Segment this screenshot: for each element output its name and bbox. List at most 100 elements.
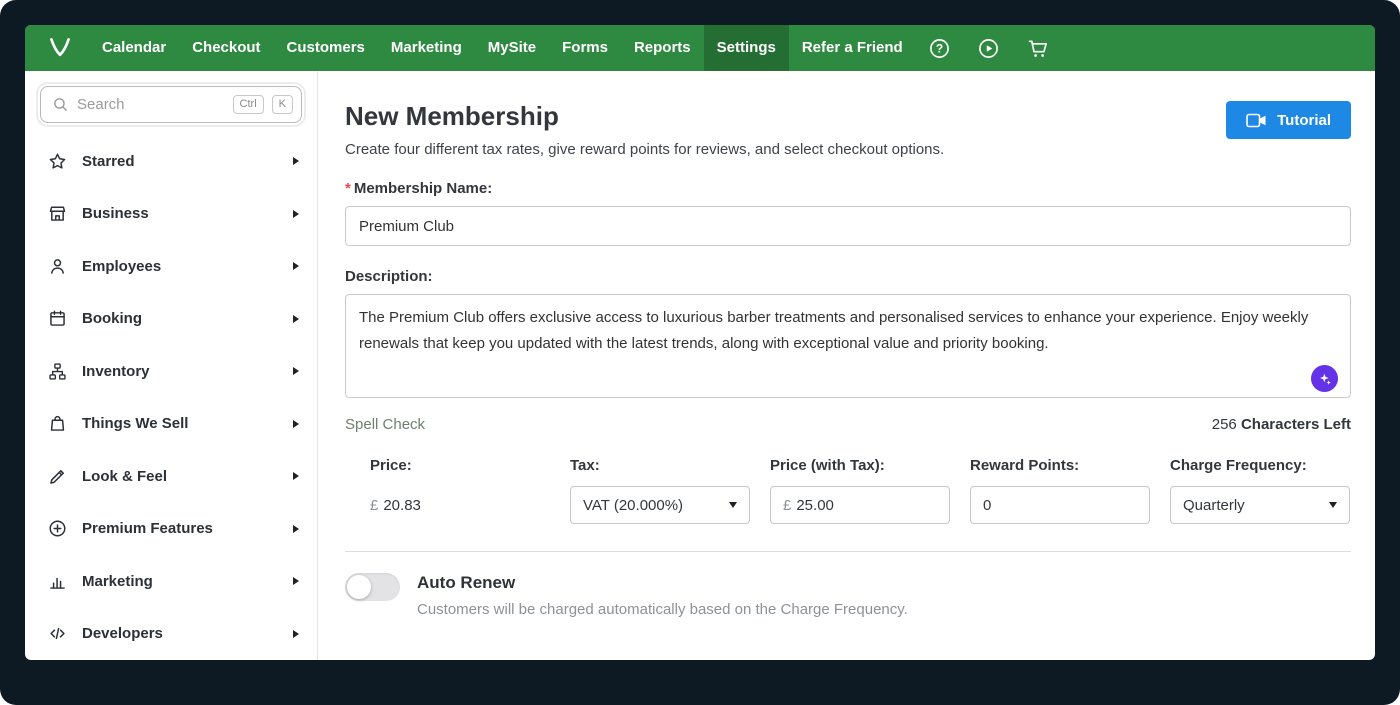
nav-item-checkout[interactable]: Checkout xyxy=(179,25,273,71)
sidebar-item-booking[interactable]: Booking xyxy=(25,293,317,346)
charge-frequency-label: Charge Frequency: xyxy=(1170,457,1350,474)
section-divider xyxy=(345,551,1351,552)
price-with-tax-value[interactable] xyxy=(796,497,937,514)
video-camera-icon xyxy=(1246,113,1267,128)
person-icon xyxy=(46,255,68,277)
help-icon[interactable]: ? xyxy=(928,36,952,60)
sidebar-item-starred[interactable]: Starred xyxy=(25,135,317,188)
storefront-icon xyxy=(46,203,68,225)
description-meta-row: Spell Check 256 Characters Left xyxy=(345,416,1351,433)
reward-points-input-box[interactable] xyxy=(970,486,1150,524)
sidebar-item-label: Developers xyxy=(82,625,163,642)
charge-frequency-dropdown[interactable]: Quarterly xyxy=(1170,486,1350,524)
app-body: Ctrl K Starred Business xyxy=(25,71,1375,660)
sitemap-icon xyxy=(46,360,68,382)
bag-icon xyxy=(46,413,68,435)
auto-renew-section: Auto Renew Customers will be charged aut… xyxy=(345,573,1351,618)
search-input[interactable] xyxy=(77,96,225,113)
chevron-right-icon xyxy=(293,210,299,218)
sidebar-item-developers[interactable]: Developers xyxy=(25,608,317,661)
chevron-right-icon xyxy=(293,157,299,165)
sidebar-item-label: Premium Features xyxy=(82,520,213,537)
sidebar-item-label: Business xyxy=(82,205,149,222)
nav-icon-group: ? xyxy=(928,36,1050,60)
price-value: £20.83 xyxy=(370,486,550,514)
description-textarea[interactable]: The Premium Club offers exclusive access… xyxy=(345,294,1351,398)
sidebar-item-look-and-feel[interactable]: Look & Feel xyxy=(25,450,317,503)
nav-item-settings[interactable]: Settings xyxy=(704,25,789,71)
nav-item-marketing[interactable]: Marketing xyxy=(378,25,475,71)
page-title: New Membership xyxy=(345,101,944,132)
tutorial-button[interactable]: Tutorial xyxy=(1226,101,1351,139)
ai-assist-icon[interactable] xyxy=(1311,365,1338,392)
search-box: Ctrl K xyxy=(40,86,302,123)
charge-frequency-selected-value: Quarterly xyxy=(1183,497,1245,514)
tax-column: Tax: VAT (20.000%) xyxy=(570,457,750,524)
pencil-icon xyxy=(46,465,68,487)
membership-name-label: *Membership Name: xyxy=(345,180,1351,197)
nav-item-refer-a-friend[interactable]: Refer a Friend xyxy=(789,25,916,71)
chevron-down-icon xyxy=(1329,502,1337,508)
tax-selected-value: VAT (20.000%) xyxy=(583,497,683,514)
sidebar-item-label: Employees xyxy=(82,258,161,275)
nav-item-customers[interactable]: Customers xyxy=(274,25,378,71)
chevron-right-icon xyxy=(293,262,299,270)
auto-renew-description: Customers will be charged automatically … xyxy=(417,601,908,618)
reward-points-input[interactable] xyxy=(983,497,1137,514)
search-icon xyxy=(52,96,69,113)
plus-circle-icon xyxy=(46,518,68,540)
description-field: Description: The Premium Club offers exc… xyxy=(345,268,1351,403)
membership-name-input[interactable] xyxy=(345,206,1351,246)
nav-item-mysite[interactable]: MySite xyxy=(475,25,549,71)
auto-renew-toggle[interactable] xyxy=(345,573,400,601)
top-nav: Calendar Checkout Customers Marketing My… xyxy=(25,25,1375,71)
price-column: Price: £20.83 xyxy=(370,457,550,524)
description-label: Description: xyxy=(345,268,1351,285)
price-label: Price: xyxy=(370,457,550,474)
sidebar-item-label: Look & Feel xyxy=(82,468,167,485)
chevron-down-icon xyxy=(729,502,737,508)
k-keycap: K xyxy=(272,95,293,114)
cart-icon[interactable] xyxy=(1026,36,1050,60)
nav-item-calendar[interactable]: Calendar xyxy=(89,25,179,71)
sidebar-item-label: Things We Sell xyxy=(82,415,188,432)
spell-check-link[interactable]: Spell Check xyxy=(345,416,425,433)
sidebar-item-marketing[interactable]: Marketing xyxy=(25,555,317,608)
ctrl-keycap: Ctrl xyxy=(233,95,264,114)
chevron-right-icon xyxy=(293,472,299,480)
reward-points-label: Reward Points: xyxy=(970,457,1150,474)
chevron-right-icon xyxy=(293,630,299,638)
play-icon[interactable] xyxy=(977,36,1001,60)
vagaro-logo[interactable] xyxy=(41,29,79,67)
main-content: New Membership Create four different tax… xyxy=(318,71,1375,660)
required-asterisk: * xyxy=(345,180,351,197)
chevron-right-icon xyxy=(293,577,299,585)
sidebar-item-label: Marketing xyxy=(82,573,153,590)
currency-symbol: £ xyxy=(783,497,791,514)
charge-frequency-column: Charge Frequency: Quarterly xyxy=(1170,457,1350,524)
sidebar-item-label: Booking xyxy=(82,310,142,327)
sidebar-item-business[interactable]: Business xyxy=(25,188,317,241)
tutorial-button-label: Tutorial xyxy=(1277,112,1331,129)
chevron-right-icon xyxy=(293,420,299,428)
nav-item-reports[interactable]: Reports xyxy=(621,25,704,71)
characters-left: 256 Characters Left xyxy=(1212,416,1351,433)
chevron-right-icon xyxy=(293,367,299,375)
page-subtitle: Create four different tax rates, give re… xyxy=(345,141,944,158)
nav-item-forms[interactable]: Forms xyxy=(549,25,621,71)
sidebar-item-things-we-sell[interactable]: Things We Sell xyxy=(25,398,317,451)
reward-points-column: Reward Points: xyxy=(970,457,1150,524)
tax-dropdown[interactable]: VAT (20.000%) xyxy=(570,486,750,524)
code-icon xyxy=(46,623,68,645)
page-header: New Membership Create four different tax… xyxy=(345,101,1351,158)
sidebar-item-employees[interactable]: Employees xyxy=(25,240,317,293)
sidebar-item-label: Inventory xyxy=(82,363,150,380)
price-with-tax-column: Price (with Tax): £ xyxy=(770,457,950,524)
app-window: Calendar Checkout Customers Marketing My… xyxy=(25,25,1375,660)
auto-renew-label: Auto Renew xyxy=(417,573,908,593)
sidebar-item-inventory[interactable]: Inventory xyxy=(25,345,317,398)
chevron-right-icon xyxy=(293,525,299,533)
sidebar-item-premium-features[interactable]: Premium Features xyxy=(25,503,317,556)
price-with-tax-input[interactable]: £ xyxy=(770,486,950,524)
toggle-knob xyxy=(347,575,371,599)
